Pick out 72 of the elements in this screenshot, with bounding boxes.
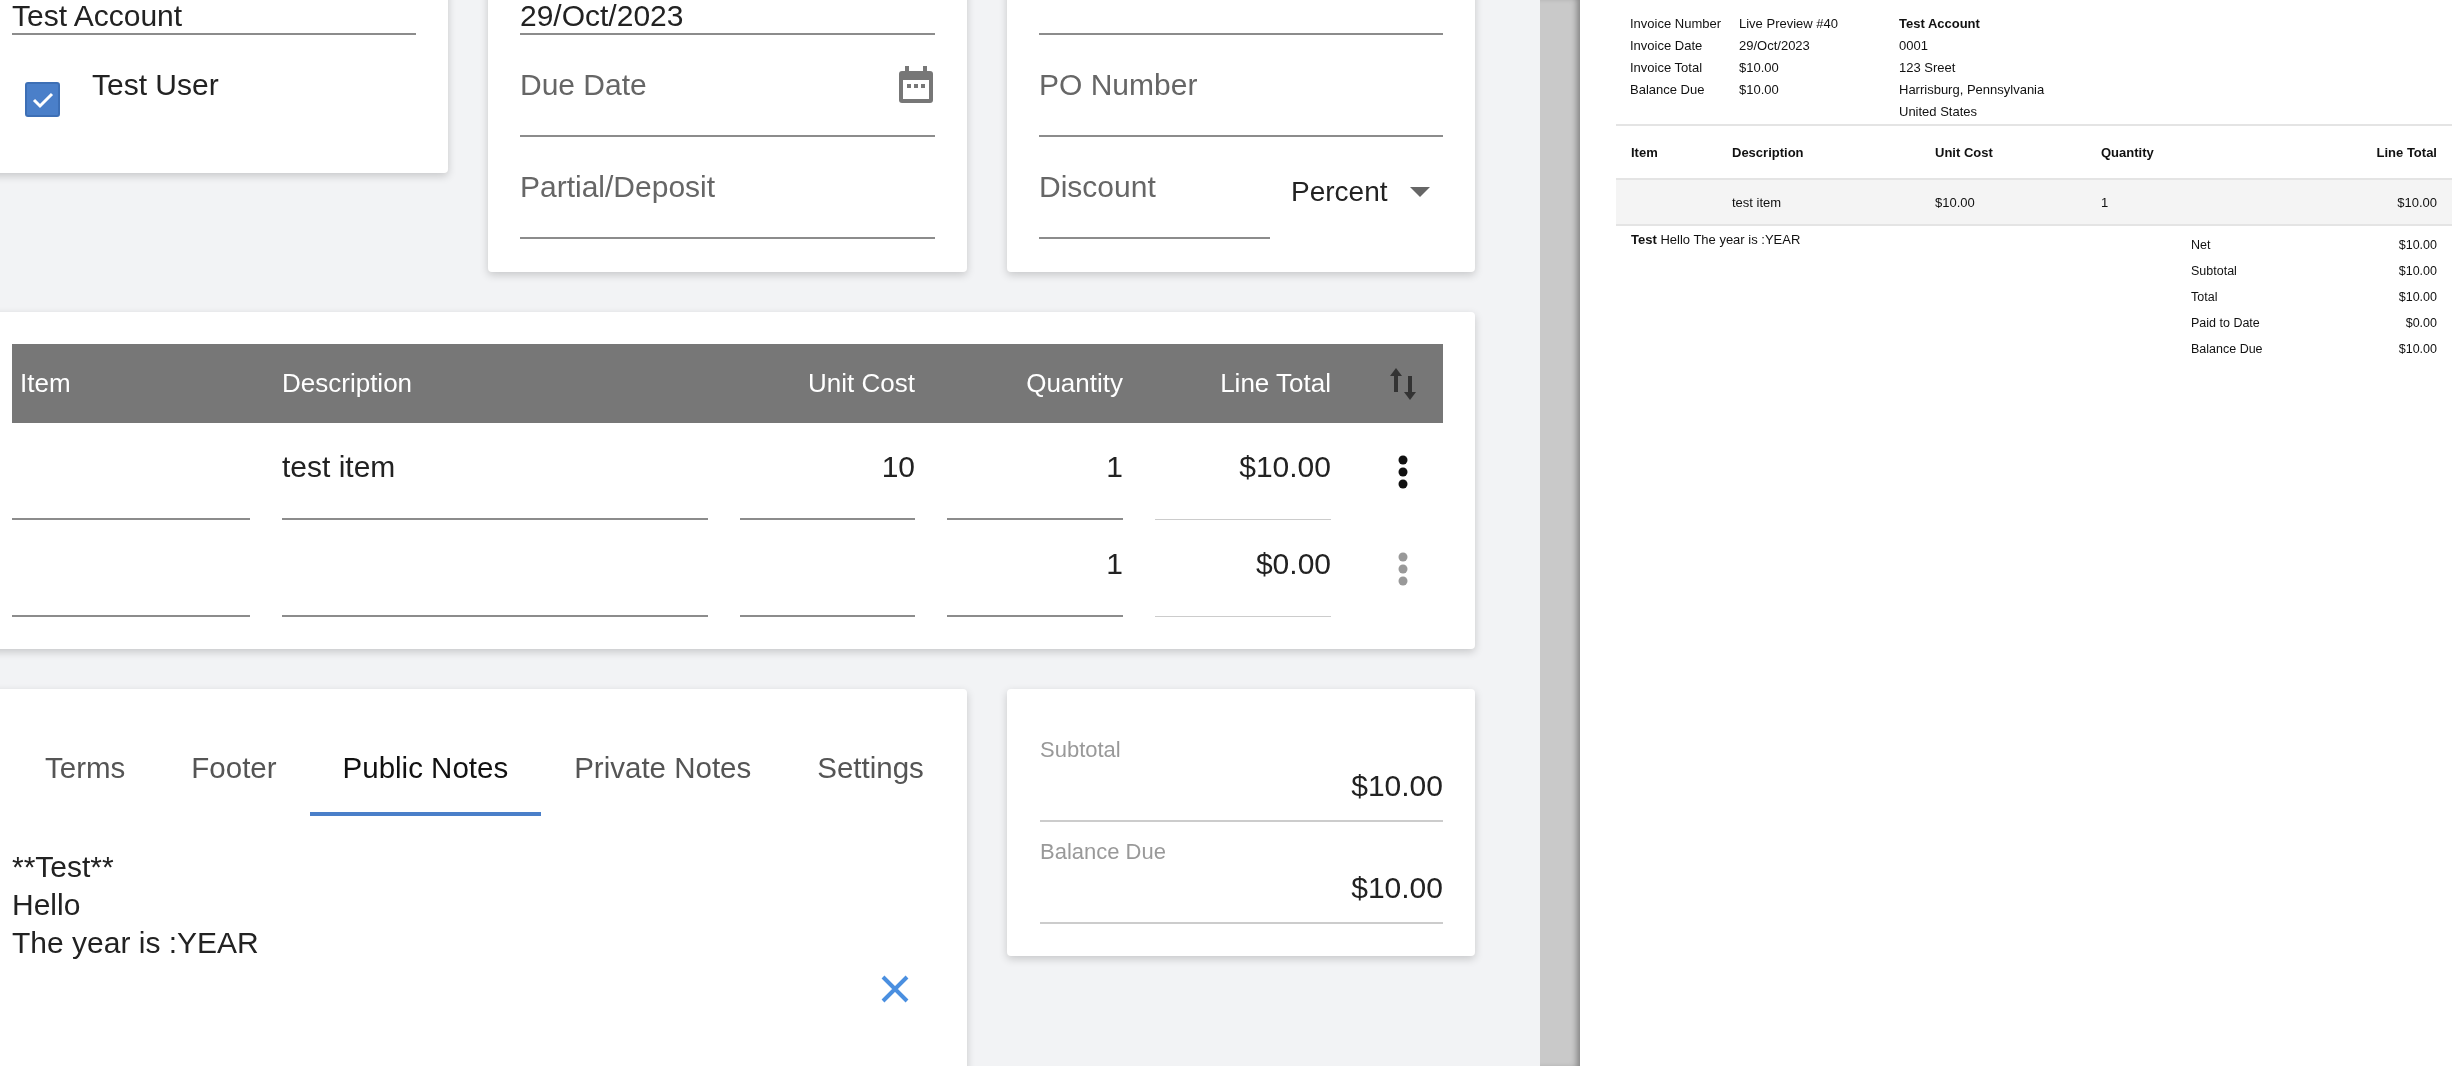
total-label: Subtotal [2191,263,2238,280]
close-icon[interactable] [880,974,910,1004]
column-header: Item [19,368,72,399]
column-header: Line Total [1219,368,1331,399]
tab[interactable]: Terms [12,724,159,816]
total-label: Balance Due [2191,341,2264,358]
meta-value: 29/Oct/2023 [1739,37,1811,55]
field-value: Test Account [12,1,183,31]
caret-icon [1409,187,1430,197]
field-placeholder: PO Number [1039,68,1198,102]
input-field[interactable]: test item [282,423,708,520]
total-value: $10.00 [2398,263,2437,280]
tab[interactable]: Footer [158,724,310,816]
tab[interactable]: Public Notes [309,724,542,816]
meta-label: Invoice Date [1630,37,1704,55]
column-header: Description [1731,144,1805,160]
total-value: $10.00 [2398,237,2437,254]
tab[interactable]: Private Notes [541,724,785,816]
column-header: Quantity [1025,368,1123,399]
total-value: $10.00 [2398,289,2437,306]
client-address-line: 0001 [1899,37,1929,55]
contact-name: Test User [92,68,219,102]
total-value: $10.00 [1350,871,1443,905]
column-header: Unit Cost [807,368,915,399]
partial-deposit-field[interactable]: Partial/Deposit [520,137,935,239]
client-address-line: United States [1899,103,1979,121]
total-label: Net [2191,237,2212,254]
meta-label: Balance Due [1630,81,1706,99]
column-header: Line Total [2375,144,2438,160]
meta-value: $10.00 [1739,81,1780,99]
column-header: Unit Cost [1934,144,1994,160]
table-cell-text: 1 [2100,194,2110,210]
discount-type-dropdown[interactable]: Percent [1291,176,1430,208]
date-field[interactable]: 29/Oct/2023 [520,0,935,35]
total-value: $10.00 [2398,341,2437,358]
field-value: 29/Oct/2023 [520,1,684,31]
client-address-line: Harrisburg, Pennsylvania [1899,81,2046,99]
table-cell-text: test item [1731,194,1783,210]
meta-label: Invoice Number [1630,15,1723,33]
total-label: Total [2191,289,2219,306]
field-placeholder: Discount [1039,170,1156,204]
total-label: Subtotal [1040,737,1122,763]
due-date-field[interactable]: Due Date [520,35,935,137]
public-notes-text: Test Hello The year is :YEAR [1630,231,1801,249]
tab[interactable]: Settings [784,724,957,816]
total-label: Paid to Date [2191,315,2261,332]
calendar-icon[interactable] [897,65,935,105]
column-header: Description [282,368,414,399]
contact-checkbox[interactable] [25,82,60,117]
total-label: Balance Due [1040,839,1167,865]
input-field[interactable]: 1 [947,423,1123,520]
line-total-cell: $10.00 [1155,423,1331,520]
field-placeholder: Due Date [520,68,647,102]
total-value: $10.00 [1350,769,1443,803]
client-name: Test Account [1899,15,1981,33]
table-cell-text: $10.00 [2396,194,2438,210]
meta-value: $10.00 [1739,59,1780,77]
client-address-line: 123 Sreet [1899,59,1957,77]
total-value: $0.00 [2404,315,2437,332]
notes-text-area[interactable]: **Test** Hello The year is :YEAR [12,848,935,962]
table-cell-text: $10.00 [1934,194,1976,210]
column-header: Quantity [2100,144,2155,160]
meta-value: Live Preview #40 [1739,15,1839,33]
client-field[interactable]: Test Account [12,0,416,35]
field-placeholder: Partial/Deposit [520,170,716,204]
discount-field[interactable]: Discount [1039,137,1270,239]
po-number-field[interactable]: PO Number [1039,35,1443,137]
more-vertical-icon[interactable] [1398,454,1408,489]
line-total-cell: $0.00 [1155,520,1331,617]
meta-label: Invoice Total [1630,59,1704,77]
column-header: Item [1630,144,1659,160]
input-field[interactable]: 10 [740,423,915,520]
